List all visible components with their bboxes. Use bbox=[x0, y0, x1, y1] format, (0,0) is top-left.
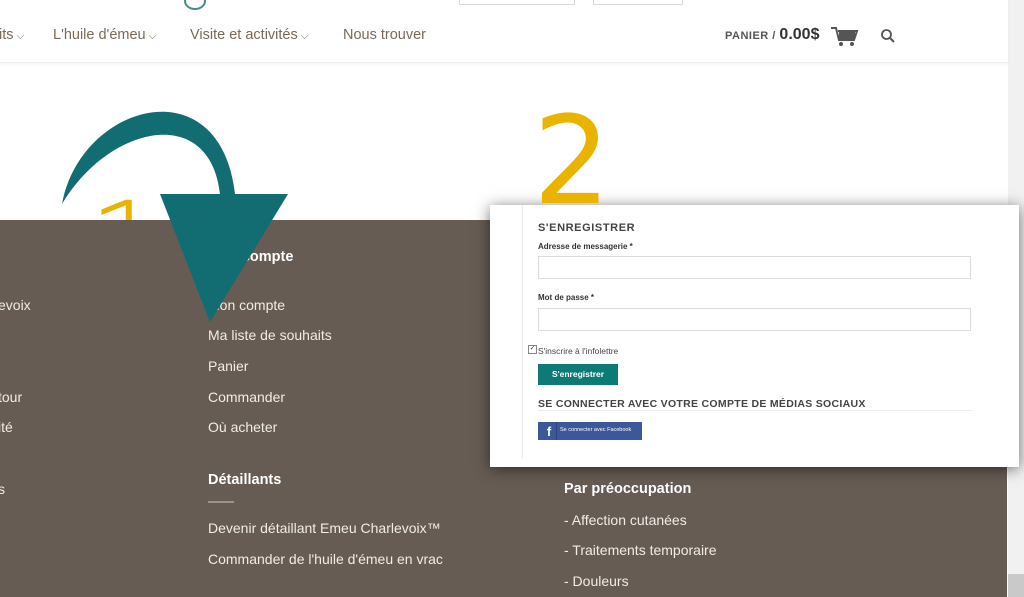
social-login-heading: SE CONNECTER AVEC VOTRE COMPTE DE MÉDIAS… bbox=[538, 398, 866, 410]
footer-link[interactable]: s bbox=[0, 481, 5, 497]
footer-link-treatments[interactable]: - Traitements temporaire bbox=[564, 542, 717, 558]
newsletter-label: S'inscrire à l'infolettre bbox=[538, 346, 619, 356]
footer-link-where-to-buy[interactable]: Où acheter bbox=[208, 419, 277, 435]
header-field-stub[interactable] bbox=[459, 0, 575, 5]
email-label: Adresse de messagerie * bbox=[538, 242, 633, 251]
footer-link-checkout[interactable]: Commander bbox=[208, 389, 285, 405]
footer-link[interactable]: evoix bbox=[0, 297, 31, 313]
footer-link-cart[interactable]: Panier bbox=[208, 358, 248, 374]
nav-item-label: Visite et activités bbox=[190, 27, 298, 43]
curved-arrow-annotation bbox=[62, 111, 288, 322]
heading-divider bbox=[208, 501, 234, 503]
main-navigation: its ⌵ L'huile d'émeu ⌵ Visite et activités… bbox=[0, 0, 1008, 63]
register-panel: S'ENREGISTRER Adresse de messagerie * Mo… bbox=[490, 205, 1019, 467]
footer-link-become-retailer[interactable]: Devenir détaillant Emeu Charlevoix™ bbox=[208, 520, 441, 536]
panel-divider bbox=[522, 205, 523, 459]
retailers-heading: Détaillants bbox=[208, 472, 282, 488]
chevron-down-icon: ⌵ bbox=[16, 31, 25, 42]
cart-label: PANIER / bbox=[725, 30, 780, 42]
page-scrollbar-thumb[interactable] bbox=[1008, 574, 1024, 597]
nav-item-label: Nous trouver bbox=[343, 27, 427, 43]
step-number-2: 2 bbox=[533, 90, 611, 232]
register-button[interactable]: S'enregistrer bbox=[538, 364, 618, 385]
nav-item-visits[interactable]: Visite et activités ⌵ bbox=[190, 27, 308, 43]
social-divider bbox=[538, 410, 973, 411]
nav-item-label: its bbox=[0, 27, 14, 43]
newsletter-checkbox[interactable]: ✓ bbox=[528, 345, 537, 354]
nav-item-emu-oil[interactable]: L'huile d'émeu ⌵ bbox=[53, 27, 156, 43]
password-field[interactable] bbox=[538, 308, 971, 331]
email-field[interactable] bbox=[538, 256, 971, 279]
footer-link-bulk-order[interactable]: Commander de l'huile d'émeu en vrac bbox=[208, 551, 443, 567]
chevron-down-icon: ⌵ bbox=[300, 31, 309, 42]
chevron-down-icon: ⌵ bbox=[148, 31, 157, 42]
password-label: Mot de passe * bbox=[538, 293, 595, 302]
cart-total: 0.00$ bbox=[779, 26, 820, 43]
search-icon[interactable] bbox=[880, 28, 896, 44]
concern-heading: Par préoccupation bbox=[564, 481, 692, 497]
nav-item-label: L'huile d'émeu bbox=[53, 27, 146, 43]
facebook-button-label: Se connecter avec Facebook bbox=[560, 427, 632, 433]
footer-link[interactable]: ité bbox=[0, 419, 13, 435]
footer-link[interactable]: tour bbox=[0, 389, 22, 405]
footer-link-skin[interactable]: - Affection cutanées bbox=[564, 512, 687, 528]
header-field-stub[interactable] bbox=[593, 0, 683, 5]
facebook-login-button[interactable]: f Se connecter avec Facebook bbox=[538, 422, 642, 440]
footer-link-wishlist[interactable]: Ma liste de souhaits bbox=[208, 327, 332, 343]
cart-link[interactable]: PANIER / 0.00$ bbox=[725, 26, 819, 44]
facebook-icon: f bbox=[542, 422, 557, 440]
nav-item-products[interactable]: its ⌵ bbox=[0, 27, 24, 43]
footer-link-pain[interactable]: - Douleurs bbox=[564, 573, 629, 589]
cart-icon[interactable] bbox=[830, 26, 860, 48]
nav-item-find-us[interactable]: Nous trouver bbox=[343, 27, 426, 43]
logo-fragment[interactable] bbox=[184, 0, 206, 10]
